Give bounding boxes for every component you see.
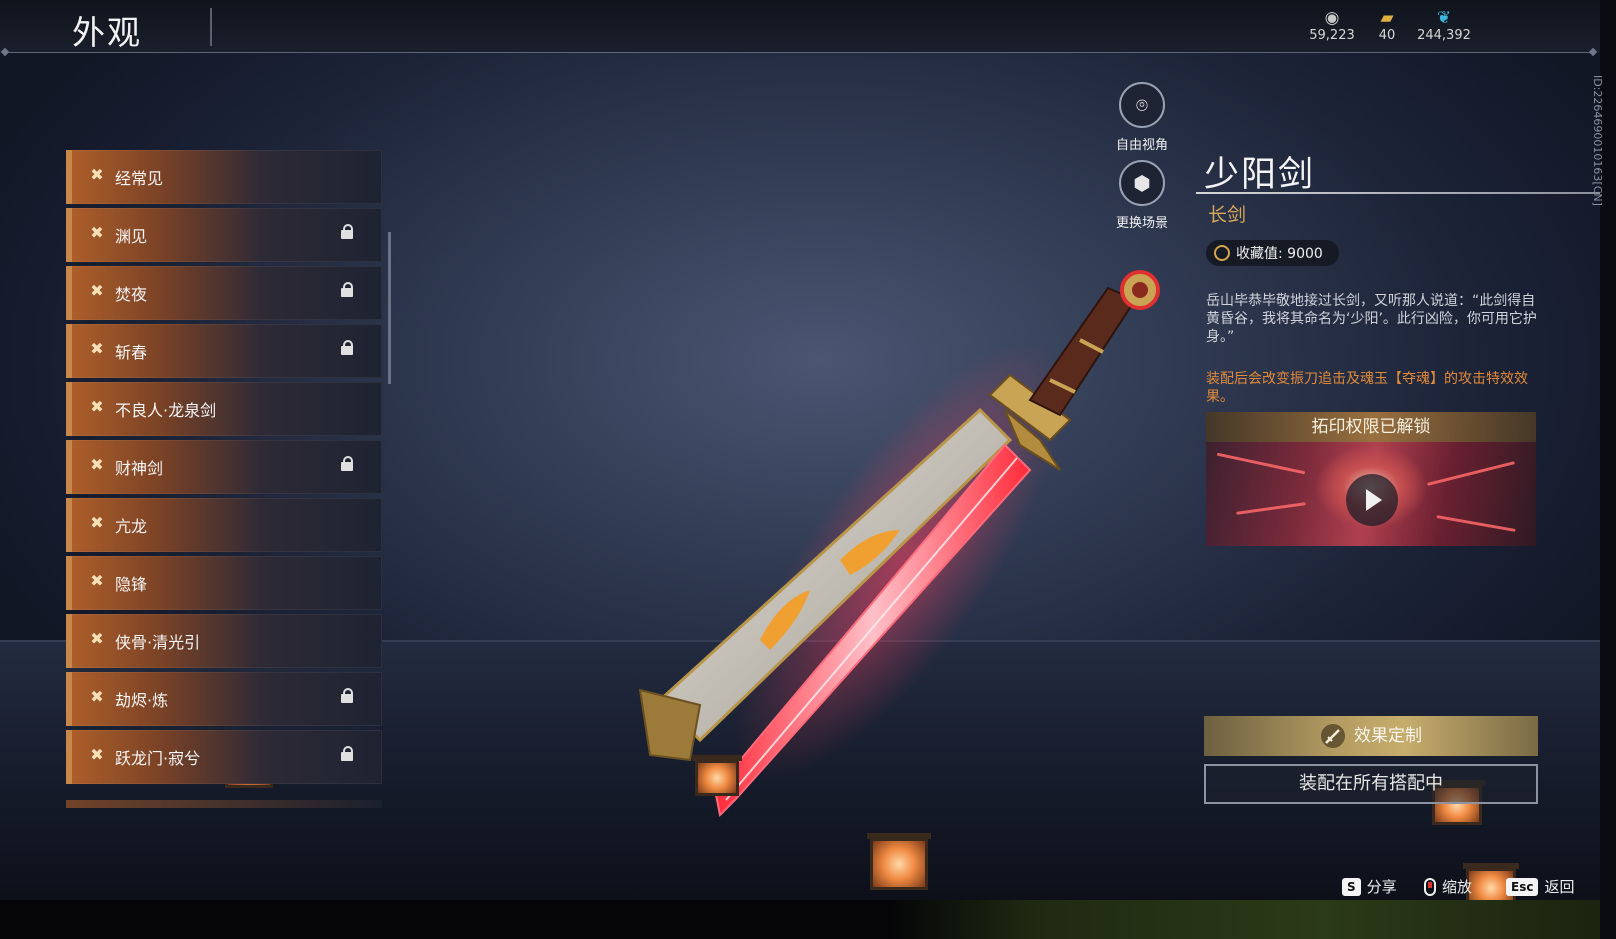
title-divider	[210, 8, 212, 46]
list-item-label: 经常见	[115, 169, 164, 188]
name-underline	[1196, 192, 1600, 194]
effect-preview-video[interactable]: 拓印权限已解锁	[1206, 412, 1536, 546]
rarity-icon: ✖	[90, 629, 104, 648]
rarity-icon: ✖	[90, 397, 104, 416]
share-label: 分享	[1366, 878, 1397, 896]
list-item[interactable]: ✖ 侠骨·清光引	[66, 614, 382, 668]
rarity-icon: ✖	[90, 339, 104, 358]
lock-icon	[341, 340, 353, 355]
list-item[interactable]: ✖ 渊见	[66, 208, 382, 262]
appearance-list: ✖ 经常见 ✖ 渊见 ✖ 焚夜 ✖ 斩春 ✖ 不良人·龙泉剑 ✖ 财神剑 ✖ 亢…	[66, 150, 382, 800]
light-streak	[1236, 502, 1306, 515]
top-divider	[4, 52, 1596, 53]
lock-icon	[341, 224, 353, 239]
lock-icon	[341, 456, 353, 471]
weapon-type: 长剑	[1208, 204, 1247, 226]
rarity-icon: ✖	[90, 455, 104, 474]
list-item[interactable]: ✖ 劫烬·炼	[66, 672, 382, 726]
list-item[interactable]: ✖ 斩春	[66, 324, 382, 378]
lantern-decoration	[692, 755, 742, 796]
currency-value: 40	[1378, 28, 1396, 43]
currency-value: 59,223	[1309, 28, 1355, 43]
list-item-label: 不良人·龙泉剑	[115, 401, 217, 420]
list-item-label: 隐锋	[115, 575, 148, 594]
change-scene-label: 更换场景	[1115, 216, 1168, 231]
rarity-icon: ✖	[90, 745, 104, 764]
lock-icon	[341, 282, 353, 297]
item-id: ID:2264690010163[CN]	[1591, 75, 1604, 206]
weapon-effect: 装配后会改变振刀追击及魂玉【夺魂】的攻击特效效果。	[1206, 371, 1528, 405]
customize-effect-label: 效果定制	[1354, 726, 1422, 746]
light-streak	[1426, 461, 1516, 486]
list-item[interactable]: ✖ 焚夜	[66, 266, 382, 320]
collection-value: 收藏值: 9000	[1236, 246, 1323, 262]
collection-value-badge: 收藏值: 9000	[1206, 240, 1339, 266]
list-item[interactable]: ✖ 财神剑	[66, 440, 382, 494]
list-item[interactable]: ✖ 跃龙门·寂兮	[66, 730, 382, 784]
light-streak	[1436, 515, 1516, 532]
feather-icon: ❦	[1436, 8, 1452, 28]
coin-icon: ◉	[1324, 8, 1340, 28]
currency-feather: ❦ 244,392	[1414, 8, 1474, 43]
rarity-icon: ✖	[90, 165, 104, 184]
sword-icon	[1321, 724, 1345, 748]
list-scrollbar[interactable]	[388, 232, 391, 384]
page-title: 外观	[72, 13, 142, 52]
rarity-icon: ✖	[90, 687, 104, 706]
list-item-label: 跃龙门·寂兮	[115, 749, 201, 768]
free-view-label: 自由视角	[1115, 138, 1168, 153]
video-title: 拓印权限已解锁	[1206, 412, 1536, 442]
ticket-icon: ▰	[1380, 8, 1394, 28]
rarity-icon: ✖	[90, 223, 104, 242]
share-key: S	[1342, 877, 1361, 896]
weapon-name: 少阳剑	[1204, 155, 1316, 195]
list-item[interactable]: ✖ 隐锋	[66, 556, 382, 610]
mouse-icon	[1424, 877, 1436, 896]
list-item[interactable]: ✖ 不良人·龙泉剑	[66, 382, 382, 436]
list-item-label: 劫烬·炼	[115, 691, 169, 710]
back-hint[interactable]: Esc 返回	[1506, 876, 1574, 897]
list-item-label: 财神剑	[115, 459, 164, 478]
equip-all-button[interactable]: 装配在所有搭配中	[1204, 764, 1538, 804]
list-item-label: 渊见	[115, 227, 148, 246]
list-item-label: 斩春	[115, 343, 148, 362]
rarity-icon: ✖	[90, 571, 104, 590]
list-item[interactable]: ✖ 经常见	[66, 150, 382, 204]
light-streak	[1216, 452, 1306, 475]
zoom-hint[interactable]: 缩放	[1424, 876, 1472, 897]
weapon-description: 岳山毕恭毕敬地接过长剑，又听那人说道：“此剑得自黄昏谷，我将其命名为‘少阳’。此…	[1206, 293, 1537, 345]
list-item-label: 焚夜	[115, 285, 148, 304]
share-hint[interactable]: S 分享	[1342, 876, 1397, 897]
currency-ticket: ▰ 40	[1357, 8, 1417, 43]
scene-cube-icon: ⬢	[1119, 160, 1165, 206]
rarity-icon: ✖	[90, 513, 104, 532]
change-scene-button[interactable]: ⬢ 更换场景	[1102, 160, 1182, 231]
camera-icon: ⌾	[1119, 82, 1165, 128]
equip-all-label: 装配在所有搭配中	[1299, 773, 1443, 794]
list-item-label: 亢龙	[115, 517, 148, 536]
top-bar: 外观 ◉ 59,223 ▰ 40 ❦ 244,392	[0, 0, 1600, 57]
play-icon[interactable]	[1346, 474, 1398, 526]
esc-key: Esc	[1506, 877, 1539, 896]
currency-coin: ◉ 59,223	[1302, 8, 1362, 43]
bottom-strip	[0, 900, 1616, 939]
zoom-label: 缩放	[1442, 878, 1473, 896]
collection-icon	[1214, 245, 1230, 261]
lock-icon	[341, 688, 353, 703]
customize-effect-button[interactable]: 效果定制	[1204, 716, 1538, 756]
free-view-button[interactable]: ⌾ 自由视角	[1102, 82, 1182, 153]
list-more-indicator	[66, 800, 382, 808]
rarity-icon: ✖	[90, 281, 104, 300]
lock-icon	[341, 746, 353, 761]
back-label: 返回	[1544, 878, 1575, 896]
list-item[interactable]: ✖ 亢龙	[66, 498, 382, 552]
lantern-decoration	[867, 833, 931, 890]
currency-value: 244,392	[1417, 28, 1471, 43]
list-item-label: 侠骨·清光引	[115, 633, 201, 652]
